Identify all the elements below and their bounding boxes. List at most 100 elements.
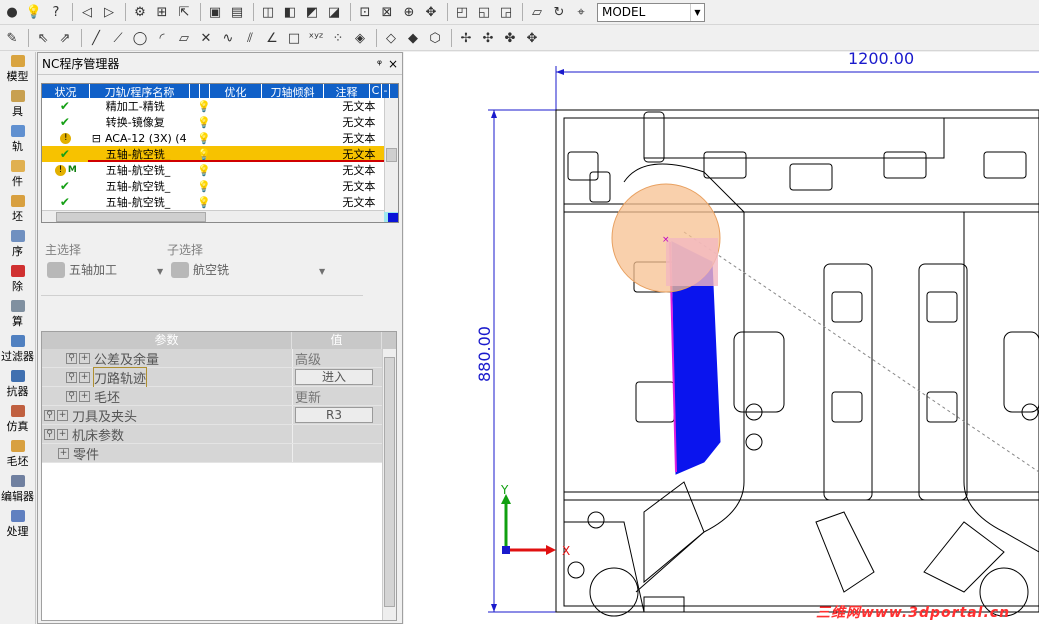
measure-icon[interactable]: ⊞ <box>152 2 172 22</box>
axis-move-icon[interactable]: ✢ <box>456 28 476 48</box>
param-row[interactable]: ⚲ + 公差及余量 高级 <box>42 349 396 368</box>
expand-icon[interactable]: + <box>79 390 90 402</box>
angle-icon[interactable]: ∠ <box>262 28 282 48</box>
chevron-down-icon[interactable]: ▼ <box>157 267 163 276</box>
bulb-icon[interactable]: 💡 <box>189 116 219 129</box>
surface-icon[interactable]: ◇ <box>381 28 401 48</box>
model-select[interactable]: MODEL ▼ <box>597 2 705 22</box>
column-c[interactable]: C <box>370 84 382 98</box>
scroll-thumb[interactable] <box>386 148 397 162</box>
lock-icon[interactable]: ⚲ <box>44 409 55 421</box>
scroll-thumb[interactable] <box>384 357 395 607</box>
back-arrow-icon[interactable]: ◁ <box>77 2 97 22</box>
leftbar-item-7[interactable]: 算 <box>0 297 35 332</box>
mesh-icon[interactable]: ⬡ <box>425 28 445 48</box>
lock-icon[interactable]: ⚲ <box>66 390 77 402</box>
bulb-icon[interactable]: 💡 <box>189 148 219 161</box>
view-dropdown-icon[interactable]: ◲ <box>496 2 516 22</box>
fixture-icon[interactable]: ◫ <box>258 2 278 22</box>
leftbar-item-6[interactable]: 除 <box>0 262 35 297</box>
column-status[interactable]: 状况 <box>42 84 90 98</box>
lock-icon[interactable]: ⚲ <box>66 371 77 383</box>
dots-icon[interactable]: ⁘ <box>328 28 348 48</box>
tool-sphere-icon[interactable]: ● <box>2 2 22 22</box>
tree-horizontal-scrollbar[interactable] <box>42 210 384 222</box>
collapse-icon[interactable]: ⊟ <box>92 132 101 145</box>
parallelogram-icon[interactable]: ▱ <box>174 28 194 48</box>
tree-vertical-scrollbar[interactable] <box>384 98 398 212</box>
close-icon[interactable]: × <box>388 57 398 71</box>
param-value-button[interactable]: 进入 <box>295 369 373 385</box>
solid-icon[interactable]: ◆ <box>403 28 423 48</box>
leftbar-item-9[interactable]: 抗器 <box>0 367 35 402</box>
view-iso-icon[interactable]: ◱ <box>474 2 494 22</box>
transform-icon[interactable]: ⇱ <box>174 2 194 22</box>
column-optimize[interactable]: 优化 <box>210 84 262 98</box>
program-tree[interactable]: 状况 刀轨/程序名称 优化 刀轴倾斜 注释 C - ✔ 精加工-精铣 💡 无文本 ✔ 转换… <box>41 83 399 223</box>
bulb-icon[interactable]: 💡 <box>189 196 219 209</box>
tree-row[interactable]: ✔ 五轴-航空铣_ 💡 无文本 <box>42 178 398 194</box>
erase-icon[interactable]: ◈ <box>350 28 370 48</box>
circle-icon[interactable]: ◯ <box>130 28 150 48</box>
pin-icon[interactable]: ᵠ <box>377 57 382 71</box>
param-row[interactable]: + 零件 <box>42 444 396 463</box>
curve-icon[interactable]: ∿ <box>218 28 238 48</box>
axis-flip-icon[interactable]: ✥ <box>522 28 542 48</box>
axis-align-icon[interactable]: ✤ <box>500 28 520 48</box>
sub-select[interactable]: 航空铣 <box>171 261 229 278</box>
cross-icon[interactable]: ✕ <box>196 28 216 48</box>
column-comment[interactable]: 注释 <box>324 84 370 98</box>
workpiece-icon[interactable]: ◧ <box>280 2 300 22</box>
param-value-button[interactable]: R3 <box>295 407 373 423</box>
polyline-icon[interactable]: ⟋ <box>108 28 128 48</box>
chevron-down-icon[interactable]: ▼ <box>319 267 325 276</box>
tree-row[interactable]: ✔ 精加工-精铣 💡 无文本 <box>42 98 398 114</box>
scroll-thumb[interactable] <box>56 212 206 222</box>
rotate-icon[interactable]: ↻ <box>549 2 569 22</box>
stock-icon[interactable]: ▤ <box>227 2 247 22</box>
column-dash[interactable]: - <box>382 84 390 98</box>
verify-icon[interactable]: ◪ <box>324 2 344 22</box>
expand-icon[interactable]: + <box>79 352 90 364</box>
leftbar-item-13[interactable]: 处理 <box>0 507 35 542</box>
param-row[interactable]: ⚲ + 机床参数 <box>42 425 396 444</box>
column-name[interactable]: 刀轨/程序名称 <box>90 84 190 98</box>
coord-icon[interactable]: ⌖ <box>571 2 591 22</box>
bulb-icon[interactable]: 💡 <box>189 180 219 193</box>
leftbar-item-3[interactable]: 件 <box>0 157 35 192</box>
expand-icon[interactable]: + <box>58 447 69 459</box>
expand-icon[interactable]: + <box>79 371 90 383</box>
param-row[interactable]: ⚲ + 毛坯 更新 <box>42 387 396 406</box>
tree-row[interactable]: ! M 五轴-航空铣_ 💡 无文本 <box>42 162 398 178</box>
select-icon[interactable]: ⇖ <box>33 28 53 48</box>
bulb-icon[interactable]: 💡 <box>189 132 219 145</box>
bulb-icon[interactable]: 💡 <box>189 100 219 113</box>
leftbar-item-2[interactable]: 轨 <box>0 122 35 157</box>
leftbar-item-10[interactable]: 仿真 <box>0 402 35 437</box>
bulb-icon[interactable]: 💡 <box>24 2 44 22</box>
leftbar-item-11[interactable]: 毛坯 <box>0 437 35 472</box>
pan-icon[interactable]: ✥ <box>421 2 441 22</box>
column-tilt[interactable]: 刀轴倾斜 <box>262 84 324 98</box>
tree-row[interactable]: ✔ 五轴-航空铣_ 💡 无文本 <box>42 194 398 210</box>
tree-row[interactable]: ✔ 五轴-航空铣_ 💡 无文本 <box>42 146 398 162</box>
tree-row[interactable]: ✔ 转换-镜像复 💡 无文本 <box>42 114 398 130</box>
expand-icon[interactable]: + <box>57 428 68 440</box>
leftbar-item-12[interactable]: 编辑器 <box>0 472 35 507</box>
arc-icon[interactable]: ◜ <box>152 28 172 48</box>
params-scrollbar[interactable] <box>382 349 396 620</box>
xyz-icon[interactable]: ˣʸᶻ <box>306 28 326 48</box>
plane-icon[interactable]: ▱ <box>527 2 547 22</box>
leftbar-item-0[interactable]: 模型 <box>0 52 35 87</box>
box-icon[interactable]: □ <box>284 28 304 48</box>
param-row[interactable]: ⚲ + 刀路轨迹 进入 <box>42 366 396 388</box>
column-blank-1[interactable] <box>190 84 200 98</box>
main-select[interactable]: 五轴加工 <box>47 261 117 278</box>
query-icon[interactable]: ? <box>46 2 66 22</box>
pen-icon[interactable]: ✎ <box>2 28 22 48</box>
param-row[interactable]: ⚲ + 刀具及夹头 R3 <box>42 406 396 425</box>
axis-rotate-icon[interactable]: ✣ <box>478 28 498 48</box>
select-filter-icon[interactable]: ⇗ <box>55 28 75 48</box>
tools-icon[interactable]: ▣ <box>205 2 225 22</box>
leftbar-item-8[interactable]: 过滤器 <box>0 332 35 367</box>
